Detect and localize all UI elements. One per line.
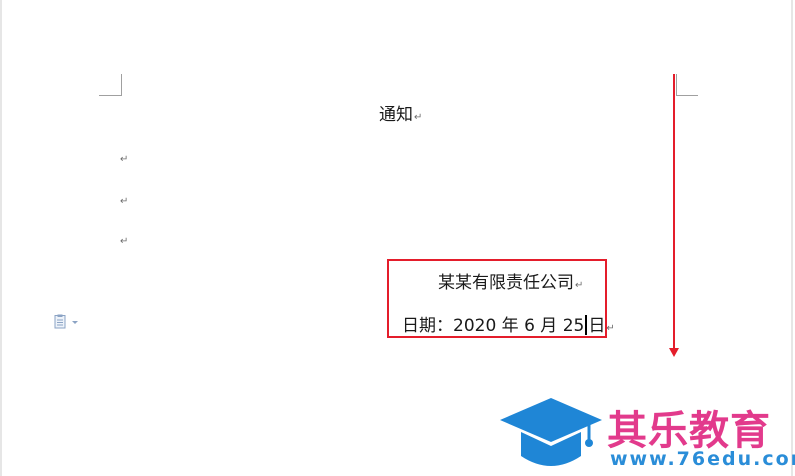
margin-mark-top-left-vertical [121, 74, 122, 96]
paragraph-mark: ↵ [606, 323, 615, 334]
margin-mark-top-right-vertical [676, 74, 677, 96]
annotation-arrow-line [673, 74, 675, 352]
paragraph-mark: ↵ [120, 236, 129, 247]
graduation-cap-icon [500, 398, 602, 466]
paragraph-mark: ↵ [414, 112, 423, 123]
logo-url: www.76edu.com [610, 448, 795, 470]
paste-options-icon [54, 314, 78, 329]
paste-options-button[interactable] [54, 314, 80, 330]
page-edge-left [0, 0, 2, 476]
paragraph-mark: ↵ [120, 154, 129, 165]
document-title[interactable]: 通知↵ [379, 105, 422, 128]
empty-paragraph[interactable]: ↵ [120, 236, 128, 247]
document-title-text: 通知 [379, 105, 413, 125]
annotation-arrow-head [669, 348, 679, 357]
edu-logo: 其乐教育 www.76edu.com [497, 396, 795, 474]
empty-paragraph[interactable]: ↵ [120, 196, 128, 207]
empty-paragraph[interactable]: ↵ [120, 154, 128, 165]
paragraph-mark: ↵ [120, 196, 129, 207]
margin-mark-top-left [99, 95, 121, 96]
margin-mark-top-right [676, 95, 698, 96]
document-page: 通知↵ ↵ ↵ ↵ 某某有限责任公司↵ 日期：2020 年 6 月 25日↵ [0, 0, 795, 476]
highlight-box [387, 259, 607, 338]
